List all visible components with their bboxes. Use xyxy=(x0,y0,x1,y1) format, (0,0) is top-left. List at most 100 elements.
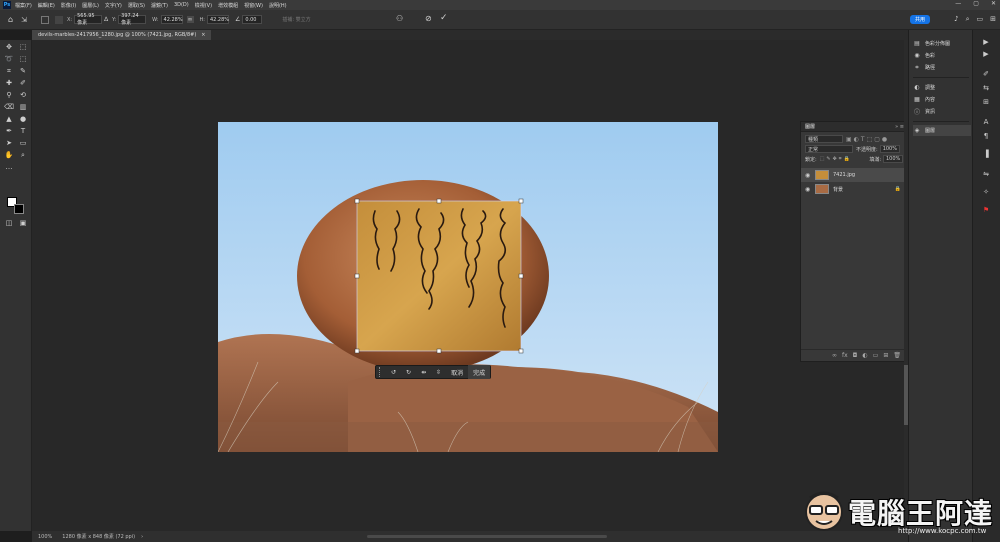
share-button[interactable]: 共用 xyxy=(909,15,930,24)
path-select-tool-icon[interactable]: ➤ xyxy=(4,138,14,148)
channels-icon[interactable]: ⇋ xyxy=(979,170,993,180)
visibility-eye-icon[interactable]: ◉ xyxy=(805,186,815,193)
menu-filter[interactable]: 濾鏡(T) xyxy=(151,2,168,9)
clone-stamp-tool-icon[interactable]: ⚲ xyxy=(4,90,14,100)
panel-properties[interactable]: ▦ 內容 xyxy=(913,94,971,105)
hand-tool-icon[interactable]: ✋ xyxy=(4,150,14,160)
mask-icon[interactable]: ◘ xyxy=(853,352,858,359)
interpolation-label[interactable]: 插補: 雙立方 xyxy=(282,16,310,23)
vertical-scrollbar[interactable] xyxy=(904,40,908,531)
home-icon[interactable]: ⌂ xyxy=(8,15,13,24)
blend-mode-select[interactable]: 正常 xyxy=(805,145,853,153)
shape-tool-icon[interactable]: ▭ xyxy=(18,138,28,148)
play-icon-2[interactable]: ▶ xyxy=(979,50,993,60)
layer-name[interactable]: 背景 xyxy=(833,186,843,193)
artboard-tool-icon[interactable]: ⬚ xyxy=(18,42,28,52)
character-icon[interactable]: A xyxy=(979,118,993,128)
brush-tool-icon[interactable]: ✐ xyxy=(18,78,28,88)
menu-help[interactable]: 說明(H) xyxy=(269,2,287,9)
angle-field[interactable]: 0.00 xyxy=(242,15,263,24)
minimize-icon[interactable]: — xyxy=(955,0,961,7)
more-tools-icon[interactable]: … xyxy=(4,162,14,172)
layer-filter-field[interactable]: 種類 xyxy=(805,135,843,143)
menu-edit[interactable]: 編輯(E) xyxy=(38,2,55,9)
panel-adjustments[interactable]: ◐ 調整 xyxy=(913,82,971,93)
panel-menu-icon[interactable]: » ≡ xyxy=(895,124,904,130)
panel-info[interactable]: ⓘ 資訊 xyxy=(913,106,971,117)
fill-field[interactable]: 100% xyxy=(883,155,903,163)
horizontal-scroll-thumb[interactable] xyxy=(367,535,607,538)
x-field[interactable]: 565.95 像素 xyxy=(74,13,103,26)
done-button[interactable]: 完成 xyxy=(468,365,491,379)
menu-plugins[interactable]: 增效模組 xyxy=(218,2,238,9)
gradient-tool-icon[interactable]: ▥ xyxy=(18,102,28,112)
cancel-button[interactable]: 取消 xyxy=(446,365,468,379)
dodge-tool-icon[interactable]: ● xyxy=(18,114,28,124)
menu-file[interactable]: 檔案(F) xyxy=(15,2,32,9)
menu-select[interactable]: 選取(S) xyxy=(128,2,145,9)
pen-tool-icon[interactable]: ✒ xyxy=(4,126,14,136)
close-tab-icon[interactable]: × xyxy=(201,32,205,38)
warp-icon[interactable]: ⚇ xyxy=(396,14,403,23)
blur-tool-icon[interactable]: ▲ xyxy=(4,114,14,124)
move-tool-icon[interactable]: ✥ xyxy=(4,42,14,52)
link-icon[interactable]: ∞ xyxy=(186,16,194,23)
document-tab[interactable]: devils-marbles-2417956_1280.jpg @ 100% (… xyxy=(32,30,212,40)
link-layers-icon[interactable]: ∞ xyxy=(832,352,837,359)
menu-layer[interactable]: 圖層(L) xyxy=(82,2,99,9)
panel-layers[interactable]: ◈ 圖層 xyxy=(913,125,971,136)
settings-icon[interactable]: ⊞ xyxy=(990,15,996,24)
zoom-level[interactable]: 100% xyxy=(38,534,52,540)
flip-vertical-icon[interactable]: ⇳ xyxy=(431,365,446,379)
transform-tool-icon[interactable]: ⇲ xyxy=(21,16,27,24)
background-color-swatch[interactable] xyxy=(14,204,24,214)
fx-icon[interactable]: fx xyxy=(842,352,848,359)
paragraph-icon[interactable]: ¶ xyxy=(979,132,993,142)
opacity-field[interactable]: 100% xyxy=(879,145,900,153)
tool-presets-icon[interactable]: ⇆ xyxy=(979,84,993,94)
w-field[interactable]: 42.28% xyxy=(160,15,183,24)
group-icon[interactable]: ▭ xyxy=(873,352,879,359)
menu-3d[interactable]: 3D(D) xyxy=(174,2,189,8)
clone-source-icon[interactable]: ⊞ xyxy=(979,98,993,108)
search-icon[interactable]: ⌕ xyxy=(966,15,970,24)
lock-icons[interactable]: ⬚✎✥⌗🔒 xyxy=(820,156,852,162)
workspace-icon[interactable]: ▭ xyxy=(977,15,984,24)
notification-icon[interactable]: ♪ xyxy=(954,15,958,24)
adjustment-layer-icon[interactable]: ◐ xyxy=(862,352,867,359)
reference-toggle-icon[interactable] xyxy=(54,15,63,24)
brush-settings-icon[interactable]: ✐ xyxy=(979,70,993,80)
new-layer-icon[interactable]: ⊞ xyxy=(883,352,888,359)
relative-icon[interactable]: ∆ xyxy=(104,16,108,23)
type-tool-icon[interactable]: T xyxy=(18,126,28,136)
screen-mode-icon[interactable]: ▣ xyxy=(18,218,28,228)
crop-tool-icon[interactable]: ⌗ xyxy=(4,66,14,76)
h-field[interactable]: 42.28% xyxy=(206,15,229,24)
cancel-transform-icon[interactable]: ⊘ xyxy=(425,14,432,23)
menu-window[interactable]: 視窗(W) xyxy=(244,2,263,9)
object-select-tool-icon[interactable]: ⬚ xyxy=(18,54,28,64)
commit-transform-icon[interactable]: ✓ xyxy=(440,13,448,23)
quick-mask-icon[interactable]: ◫ xyxy=(4,218,14,228)
drag-handle[interactable] xyxy=(379,367,383,377)
panel-histogram[interactable]: ▤ 色彩分佈圖 xyxy=(913,38,971,49)
panel-paths[interactable]: ⌗ 路徑 xyxy=(913,62,971,73)
menu-type[interactable]: 文字(Y) xyxy=(105,2,122,9)
menu-image[interactable]: 影像(I) xyxy=(61,2,76,9)
layer-row[interactable]: ◉ 7421.jpg xyxy=(801,168,907,182)
close-icon[interactable]: ✕ xyxy=(991,0,996,7)
lasso-tool-icon[interactable]: ➰ xyxy=(4,54,14,64)
history-brush-tool-icon[interactable]: ⟲ xyxy=(18,90,28,100)
placed-calligraphy-layer[interactable] xyxy=(353,197,525,357)
rotate-right-icon[interactable]: ↻ xyxy=(401,365,416,379)
rotate-left-icon[interactable]: ↺ xyxy=(386,365,401,379)
eraser-tool-icon[interactable]: ⌫ xyxy=(4,102,14,112)
menu-view[interactable]: 檢視(V) xyxy=(195,2,212,9)
glyphs-icon[interactable]: ▐ xyxy=(979,150,993,160)
play-icon[interactable]: ▶ xyxy=(979,38,993,48)
layer-row[interactable]: ◉ 背景 🔒 xyxy=(801,182,907,196)
y-field[interactable]: 397.24 像素 xyxy=(118,13,147,26)
scroll-thumb[interactable] xyxy=(904,365,908,425)
visibility-eye-icon[interactable]: ◉ xyxy=(805,172,815,179)
layer-name[interactable]: 7421.jpg xyxy=(833,172,855,178)
